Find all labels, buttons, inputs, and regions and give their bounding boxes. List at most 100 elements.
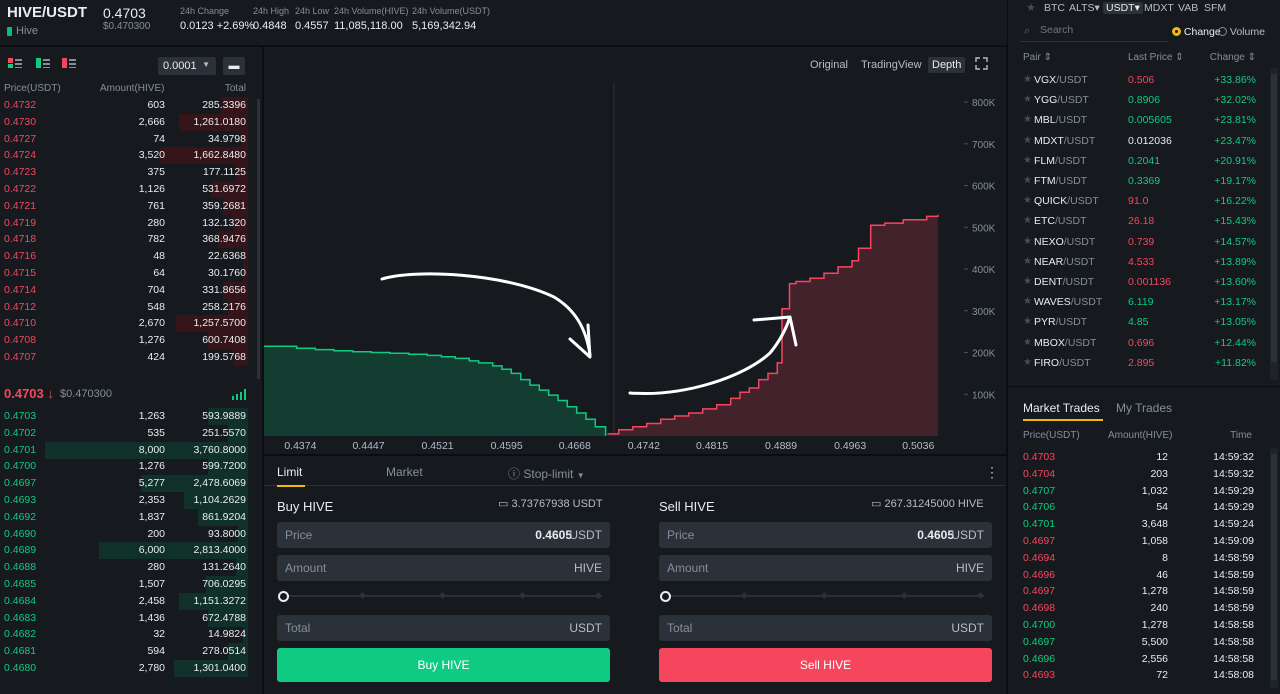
buy-button[interactable]: Buy HIVE [277, 648, 610, 682]
pair-row[interactable]: ★ YGG/USDT 0.8906 +32.02% [1008, 90, 1268, 110]
layout-both-icon[interactable] [8, 58, 22, 68]
asks-row[interactable]: 0.4716 48 22.6368 [0, 248, 262, 266]
asks-row[interactable]: 0.4727 74 34.9798 [0, 130, 262, 148]
pair-row[interactable]: ★ NEXO/USDT 0.739 +14.57% [1008, 232, 1268, 252]
star-icon[interactable]: ★ [1023, 171, 1032, 191]
bids-row[interactable]: 0.4703 1,263 593.9889 [0, 408, 262, 425]
pair-row[interactable]: ★ FTM/USDT 0.3369 +19.17% [1008, 171, 1268, 191]
asks-row[interactable]: 0.4722 1,126 531.6972 [0, 181, 262, 198]
asks-row[interactable]: 0.4712 548 258.2176 [0, 298, 262, 316]
more-vertical-icon[interactable]: ⋮ [985, 464, 999, 481]
pair-row[interactable]: ★ VGX/USDT 0.506 +33.86% [1008, 70, 1268, 90]
pair-row[interactable]: ★ MBOX/USDT 0.696 +12.44% [1008, 333, 1268, 353]
star-icon[interactable]: ★ [1023, 151, 1032, 171]
slider-knob[interactable] [660, 591, 671, 602]
asks-row[interactable]: 0.4721 761 359.2681 [0, 197, 262, 215]
quote-tab-sfm[interactable]: SFM [1204, 2, 1226, 14]
layout-asks-icon[interactable] [62, 58, 76, 68]
star-icon[interactable]: ★ [1023, 211, 1032, 231]
sell-amount-slider[interactable] [660, 591, 985, 602]
star-icon[interactable]: ★ [1023, 333, 1032, 353]
favorites-star-icon[interactable]: ★ [1026, 1, 1036, 14]
pair-row[interactable]: ★ MDXT/USDT 0.012036 +23.47% [1008, 131, 1268, 151]
bids-row[interactable]: 0.4681 594 278.0514 [0, 643, 262, 661]
tab-market[interactable]: Market [386, 465, 423, 479]
asks-row[interactable]: 0.4710 2,670 1,257.5700 [0, 315, 262, 333]
quote-tab-alts[interactable]: ALTS▾ [1069, 2, 1100, 14]
asks-row[interactable]: 0.4707 424 199.5768 [0, 349, 262, 366]
asks-row[interactable]: 0.4723 375 177.1125 [0, 164, 262, 182]
bids-row[interactable]: 0.4685 1,507 706.0295 [0, 576, 262, 593]
col-change[interactable]: Change ⇕ [1210, 52, 1256, 63]
sell-total-field[interactable]: Total USDT [659, 615, 992, 641]
buy-total-field[interactable]: Total USDT [277, 615, 610, 641]
bids-row[interactable]: 0.4702 535 251.5570 [0, 424, 262, 442]
star-icon[interactable]: ★ [1023, 131, 1032, 151]
pair-row[interactable]: ★ QUICK/USDT 91.0 +16.22% [1008, 191, 1268, 211]
star-icon[interactable]: ★ [1023, 191, 1032, 211]
pair-row[interactable]: ★ FIRO/USDT 2.895 +11.82% [1008, 353, 1268, 373]
radio-change[interactable]: Change [1172, 26, 1221, 38]
pair-row[interactable]: ★ DENT/USDT 0.001136 +13.60% [1008, 272, 1268, 292]
bids-row[interactable]: 0.4682 32 14.9824 [0, 626, 262, 644]
pair-row[interactable]: ★ WAVES/USDT 6.119 +13.17% [1008, 292, 1268, 312]
asks-row[interactable]: 0.4718 782 368.9476 [0, 231, 262, 249]
asks-row[interactable]: 0.4715 64 30.1760 [0, 265, 262, 282]
tab-market-trades[interactable]: Market Trades [1023, 401, 1100, 415]
buy-price-field[interactable]: Price 0.4605 USDT [277, 522, 610, 548]
star-icon[interactable]: ★ [1023, 110, 1032, 130]
star-icon[interactable]: ★ [1023, 353, 1032, 373]
star-icon[interactable]: ★ [1023, 232, 1032, 252]
more-options-button[interactable]: ▬ [223, 57, 245, 75]
pair-row[interactable]: ★ NEAR/USDT 4.533 +13.89% [1008, 252, 1268, 272]
pair-row[interactable]: ★ FLM/USDT 0.2041 +20.91% [1008, 151, 1268, 171]
asks-row[interactable]: 0.4714 704 331.8656 [0, 281, 262, 299]
asks-row[interactable]: 0.4730 2,666 1,261.0180 [0, 113, 262, 131]
bids-row[interactable]: 0.4697 5,277 2,478.6069 [0, 475, 262, 493]
bids-row[interactable]: 0.4688 280 131.2640 [0, 559, 262, 577]
col-pair[interactable]: Pair ⇕ [1023, 52, 1052, 63]
tab-stop-limit[interactable]: ⓘ Stop-limit ▼ [508, 465, 585, 482]
depth-chart[interactable]: 100K 200K 300K 400K 500K 600K 700K 800K 0.4374 0.… [264, 47, 1006, 454]
orderbook-scrollbar[interactable] [257, 99, 260, 379]
sell-price-field[interactable]: Price 0.4605 USDT [659, 522, 992, 548]
radio-volume[interactable]: Volume [1218, 26, 1265, 38]
bids-row[interactable]: 0.4701 8,000 3,760.8000 [0, 441, 262, 459]
buy-amount-field[interactable]: Amount HIVE [277, 555, 610, 581]
bids-row[interactable]: 0.4689 6,000 2,813.4000 [0, 542, 262, 560]
star-icon[interactable]: ★ [1023, 90, 1032, 110]
tab-my-trades[interactable]: My Trades [1116, 401, 1172, 415]
buy-amount-slider[interactable] [278, 591, 603, 602]
bids-row[interactable]: 0.4684 2,458 1,151.3272 [0, 592, 262, 610]
asks-row[interactable]: 0.4708 1,276 600.7408 [0, 332, 262, 350]
quote-tab-vab[interactable]: VAB [1178, 2, 1198, 14]
bids-row[interactable]: 0.4700 1,276 599.7200 [0, 458, 262, 476]
pair-row[interactable]: ★ MBL/USDT 0.005605 +23.81% [1008, 110, 1268, 130]
asks-row[interactable]: 0.4732 603 285.3396 [0, 97, 262, 114]
star-icon[interactable]: ★ [1023, 272, 1032, 292]
col-last-price[interactable]: Last Price ⇕ [1128, 52, 1184, 63]
symbol-title[interactable]: HIVE/USDT [7, 4, 87, 21]
layout-bids-icon[interactable] [36, 58, 50, 68]
pairs-scrollbar[interactable] [1270, 68, 1278, 380]
sell-amount-field[interactable]: Amount HIVE [659, 555, 992, 581]
pair-row[interactable]: ★ PYR/USDT 4.85 +13.05% [1008, 312, 1268, 332]
pair-row[interactable]: ★ ETC/USDT 26.18 +15.43% [1008, 211, 1268, 231]
star-icon[interactable]: ★ [1023, 252, 1032, 272]
bids-row[interactable]: 0.4690 200 93.8000 [0, 525, 262, 543]
star-icon[interactable]: ★ [1023, 292, 1032, 312]
quote-tab-usdt[interactable]: USDT▾ [1103, 2, 1143, 14]
precision-select[interactable]: 0.0001 ▼ [158, 57, 216, 75]
slider-knob[interactable] [278, 591, 289, 602]
star-icon[interactable]: ★ [1023, 70, 1032, 90]
trades-scrollbar[interactable] [1270, 448, 1278, 688]
bids-row[interactable]: 0.4693 2,353 1,104.2629 [0, 492, 262, 509]
quote-tab-btc[interactable]: BTC [1044, 2, 1065, 14]
bids-row[interactable]: 0.4680 2,780 1,301.0400 [0, 660, 262, 677]
coin-info[interactable]: Hive [7, 25, 38, 37]
search-box[interactable]: ⌕ [1020, 22, 1168, 42]
asks-row[interactable]: 0.4724 3,520 1,662.8480 [0, 147, 262, 165]
quote-tab-mdxt[interactable]: MDXT [1144, 2, 1174, 14]
search-input[interactable] [1040, 24, 1160, 36]
asks-row[interactable]: 0.4719 280 132.1320 [0, 214, 262, 232]
